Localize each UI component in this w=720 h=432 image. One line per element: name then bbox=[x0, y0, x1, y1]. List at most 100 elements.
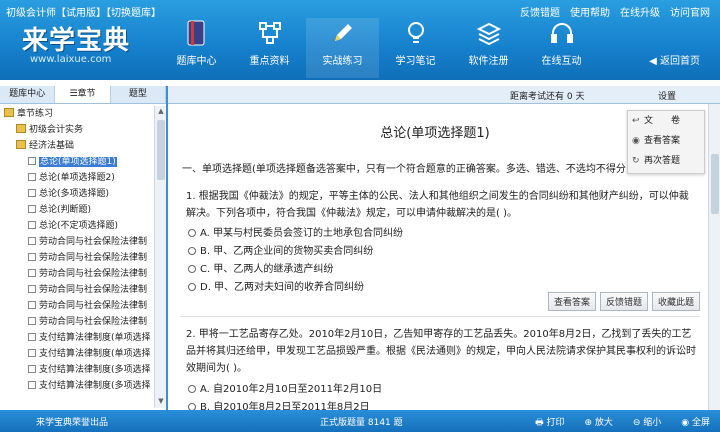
tree-item[interactable]: 初级会计实务 bbox=[0, 122, 155, 138]
tree-item[interactable]: 支付结算法律制度(多项选择 bbox=[0, 362, 155, 378]
website-link[interactable]: 访问官网 bbox=[670, 4, 710, 19]
checkbox-icon[interactable] bbox=[28, 381, 36, 389]
nav-key-material[interactable]: 重点资料 bbox=[233, 18, 306, 78]
tree-item[interactable]: 劳动合同与社会保险法律制 bbox=[0, 282, 155, 298]
view-answer-button[interactable]: 查看答案 bbox=[548, 292, 597, 311]
print-button[interactable]: 🖶 打印 bbox=[535, 415, 564, 431]
radio-button[interactable] bbox=[188, 385, 196, 393]
zoom-in-button[interactable]: ⊕ 放大 bbox=[584, 415, 612, 431]
q1-option-b[interactable]: B. 甲、乙两企业间的货物买卖合同纠纷 bbox=[188, 242, 373, 257]
tree-item[interactable]: 劳动合同与社会保险法律制 bbox=[0, 266, 155, 282]
tree-item[interactable]: 劳动合同与社会保险法律制 bbox=[0, 250, 155, 266]
checkbox-icon[interactable] bbox=[28, 157, 36, 165]
q1-option-c[interactable]: C. 甲、乙两人的继承遗产纠纷 bbox=[188, 260, 333, 275]
checkbox-icon[interactable] bbox=[28, 349, 36, 357]
feedback-link[interactable]: 反馈错题 bbox=[520, 4, 560, 19]
checkbox-icon[interactable] bbox=[28, 285, 36, 293]
tree-item-label: 总论(单项选择题1) bbox=[39, 157, 117, 167]
network-icon bbox=[255, 18, 285, 48]
q2-option-b[interactable]: B. 自2010年8月2日至2011年8月2日 bbox=[188, 398, 370, 410]
question-1-text: 1. 根据我国《仲裁法》的规定，平等主体的公民、法人和其他组织之间发生的合同纠纷… bbox=[186, 191, 689, 219]
q2-option-a[interactable]: A. 自2010年2月10日至2011年2月10日 bbox=[188, 380, 382, 395]
question-divider bbox=[180, 316, 700, 317]
q1-actions: 查看答案 反馈错题 收藏此题 bbox=[548, 292, 701, 311]
option-label: A. 自2010年2月10日至2011年2月10日 bbox=[200, 384, 383, 395]
scroll-up-arrow[interactable]: ▲ bbox=[156, 107, 166, 117]
tree-item[interactable]: 总论(多项选择题) bbox=[0, 186, 155, 202]
fullscreen-button[interactable]: ◉ 全屏 bbox=[681, 415, 710, 431]
checkbox-icon[interactable] bbox=[28, 253, 36, 261]
app-header: 初级会计师【试用版】【切换题库】 反馈错题 使用帮助 在线升级 访问官网 来学宝… bbox=[0, 0, 720, 80]
radio-button[interactable] bbox=[188, 403, 196, 410]
float-label: 文 卷 bbox=[644, 116, 681, 126]
checkbox-icon[interactable] bbox=[28, 173, 36, 181]
option-label: B. 自2010年8月2日至2011年8月2日 bbox=[200, 402, 370, 410]
settings-button[interactable]: 设置 bbox=[658, 89, 676, 102]
tree-item[interactable]: 章节练习 bbox=[0, 106, 155, 122]
left-panel: 题库中心 ☰章节 题型 章节练习 初级会计实务 经济法基础总论(单项选择题1) 总论(… bbox=[0, 86, 168, 410]
tree-item[interactable]: 经济法基础 bbox=[0, 138, 155, 154]
nav-question-bank[interactable]: 题库中心 bbox=[160, 18, 233, 78]
float-item-retry[interactable]: ↻ 再次答题 bbox=[628, 151, 704, 171]
tree-item[interactable]: 总论(单项选择题1) bbox=[0, 154, 155, 170]
redo-icon: ↻ bbox=[632, 156, 640, 166]
scroll-down-arrow[interactable]: ▼ bbox=[156, 397, 166, 407]
tree-item[interactable]: 总论(单项选择题2) bbox=[0, 170, 155, 186]
tree-item[interactable]: 劳动合同与社会保险法律制 bbox=[0, 234, 155, 250]
scroll-thumb[interactable] bbox=[711, 154, 719, 214]
float-item-paper[interactable]: ↩ 文 卷 bbox=[628, 111, 704, 131]
status-tools: 🖶 打印 ⊕ 放大 ⊖ 缩小 ◉ 全屏 bbox=[535, 415, 710, 431]
content-scrollbar[interactable] bbox=[708, 104, 720, 410]
tab-question-types[interactable]: 题型 bbox=[111, 86, 166, 103]
radio-button[interactable] bbox=[188, 283, 196, 291]
q1-option-a[interactable]: A. 甲某与村民委员会签订的土地承包合同纠纷 bbox=[188, 224, 403, 239]
tree-item[interactable]: 总论(不定项选择题) bbox=[0, 218, 155, 234]
checkbox-icon[interactable] bbox=[28, 333, 36, 341]
tree-item-label: 劳动合同与社会保险法律制 bbox=[39, 237, 148, 247]
nav-interaction[interactable]: 在线互动 bbox=[525, 18, 598, 78]
tree-item[interactable]: 劳动合同与社会保险法律制 bbox=[0, 314, 155, 330]
bulb-icon bbox=[401, 18, 431, 48]
nav-label: 实战练习 bbox=[322, 56, 363, 67]
app-title[interactable]: 初级会计师【试用版】【切换题库】 bbox=[6, 4, 161, 19]
checkbox-icon[interactable] bbox=[28, 301, 36, 309]
tree-item[interactable]: 支付结算法律制度(单项选择 bbox=[0, 330, 155, 346]
tree-item[interactable]: 支付结算法律制度(多项选择 bbox=[0, 378, 155, 394]
bookmark-button[interactable]: 收藏此题 bbox=[652, 292, 701, 311]
radio-button[interactable] bbox=[188, 247, 196, 255]
tree-item[interactable]: 劳动合同与社会保险法律制 bbox=[0, 298, 155, 314]
checkbox-icon[interactable] bbox=[28, 365, 36, 373]
report-error-button[interactable]: 反馈错题 bbox=[600, 292, 649, 311]
upgrade-link[interactable]: 在线升级 bbox=[620, 4, 660, 19]
checkbox-icon[interactable] bbox=[28, 189, 36, 197]
checkbox-icon[interactable] bbox=[28, 317, 36, 325]
publisher-text: 来学宝典荣誉出品 bbox=[36, 418, 109, 428]
tree-item-label: 劳动合同与社会保险法律制 bbox=[39, 285, 148, 295]
float-item-view-answer[interactable]: ◉ 查看答案 bbox=[628, 131, 704, 151]
tab-question-bank[interactable]: 题库中心 bbox=[0, 86, 56, 103]
q1-option-d[interactable]: D. 甲、乙两对夫妇间的收养合同纠纷 bbox=[188, 278, 364, 293]
tree-item-label: 劳动合同与社会保险法律制 bbox=[39, 301, 148, 311]
scroll-thumb[interactable] bbox=[157, 120, 165, 180]
tab-chapters[interactable]: ☰章节 bbox=[55, 86, 111, 103]
tree-item[interactable]: 总论(判断题) bbox=[0, 202, 155, 218]
checkbox-icon[interactable] bbox=[28, 237, 36, 245]
nav-register[interactable]: 软件注册 bbox=[452, 18, 525, 78]
nav-notes[interactable]: 学习笔记 bbox=[379, 18, 452, 78]
nav-practice[interactable]: 实战练习 bbox=[306, 18, 379, 78]
back-home-button[interactable]: ◀ 返回首页 bbox=[649, 52, 700, 67]
tree-scrollbar[interactable]: ▲ ▼ bbox=[154, 106, 166, 408]
main-nav: 题库中心 重点资料 实战练习 学习笔记 软件注册 在线互动 bbox=[160, 18, 598, 78]
zoom-out-button[interactable]: ⊖ 缩小 bbox=[633, 415, 661, 431]
question-count: 正式版题量 8141 题 bbox=[320, 418, 403, 428]
radio-button[interactable] bbox=[188, 265, 196, 273]
checkbox-icon[interactable] bbox=[28, 269, 36, 277]
help-link[interactable]: 使用帮助 bbox=[570, 4, 610, 19]
checkbox-icon[interactable] bbox=[28, 205, 36, 213]
headset-icon bbox=[547, 18, 577, 48]
radio-button[interactable] bbox=[188, 229, 196, 237]
nav-label: 软件注册 bbox=[468, 56, 509, 67]
stack-icon bbox=[474, 18, 504, 48]
checkbox-icon[interactable] bbox=[28, 221, 36, 229]
tree-item[interactable]: 支付结算法律制度(单项选择 bbox=[0, 346, 155, 362]
